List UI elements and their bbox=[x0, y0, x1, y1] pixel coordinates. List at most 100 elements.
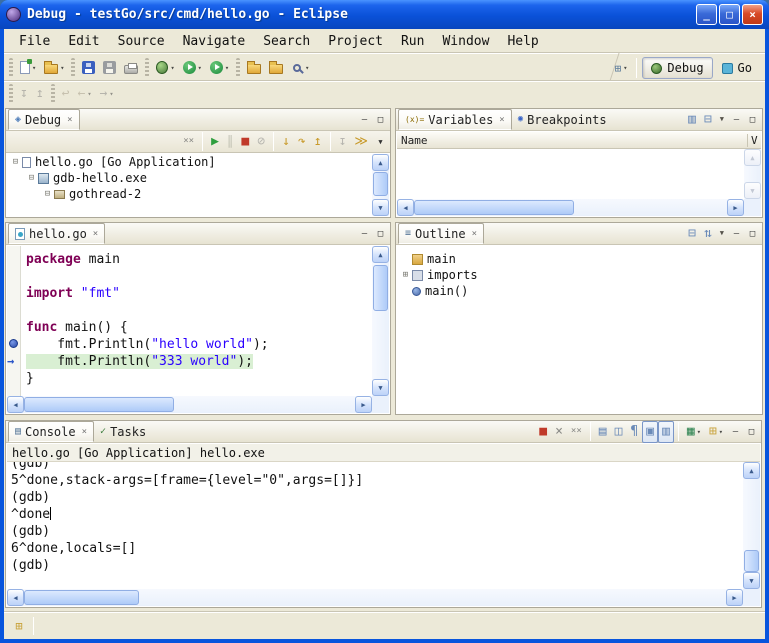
scroll-left-button[interactable]: ◀ bbox=[397, 199, 414, 216]
resume-button[interactable]: ▶ bbox=[207, 132, 223, 151]
tree-expander[interactable]: ⊟ bbox=[41, 189, 54, 199]
debug-scrollbar-vertical[interactable]: ▲ ▼ bbox=[372, 154, 389, 216]
minimize-window-button[interactable]: _ bbox=[696, 4, 717, 25]
maximize-window-button[interactable]: □ bbox=[719, 4, 740, 25]
menu-project[interactable]: Project bbox=[319, 32, 392, 51]
editor-scrollbar-vertical[interactable]: ▲ ▼ bbox=[372, 246, 389, 396]
editor-tab[interactable]: hello.go × bbox=[8, 223, 105, 244]
scrollbar-thumb[interactable] bbox=[414, 200, 574, 215]
terminate-console-button[interactable]: ■ bbox=[535, 421, 551, 443]
scroll-down-button[interactable]: ▼ bbox=[743, 572, 760, 589]
open-go-resource-button[interactable] bbox=[243, 57, 265, 79]
outline-view-menu-button[interactable]: ▼ bbox=[716, 223, 728, 245]
sort-outline-button[interactable]: ⇅ bbox=[700, 223, 716, 245]
outline-minimize-button[interactable]: – bbox=[729, 226, 744, 241]
breakpoint-icon[interactable] bbox=[9, 339, 18, 348]
debug-minimize-button[interactable]: – bbox=[357, 112, 372, 127]
save-button[interactable] bbox=[78, 57, 99, 79]
open-console-button[interactable]: ⊞▾ bbox=[705, 421, 727, 443]
tree-item[interactable]: main bbox=[397, 251, 761, 267]
console-tab-close-button[interactable]: × bbox=[82, 427, 87, 437]
code-line[interactable]: } bbox=[26, 370, 372, 387]
scroll-right-button[interactable]: ▶ bbox=[727, 199, 744, 216]
menu-navigate[interactable]: Navigate bbox=[174, 32, 255, 51]
scrollbar-thumb[interactable] bbox=[373, 265, 388, 311]
tree-item[interactable]: ⊟hello.go [Go Application] bbox=[7, 154, 372, 170]
code-line[interactable] bbox=[26, 302, 372, 319]
run-launch-button[interactable]: ▾ bbox=[179, 57, 206, 79]
debug-perspective-button[interactable]: Debug bbox=[642, 57, 712, 79]
open-resource-button[interactable] bbox=[265, 57, 287, 79]
remove-all-terminated-button[interactable]: ×× bbox=[179, 132, 198, 151]
close-window-button[interactable]: × bbox=[742, 4, 763, 25]
open-perspective-button[interactable]: ⊞ ▾ bbox=[611, 57, 632, 79]
console-scrollbar-vertical[interactable]: ▲ ▼ bbox=[743, 462, 760, 589]
breakpoints-view-tab[interactable]: ◉ Breakpoints bbox=[512, 109, 613, 130]
new-go-element-button[interactable]: ▾ bbox=[40, 57, 68, 79]
editor-tab-close-button[interactable]: × bbox=[93, 229, 98, 239]
tree-item[interactable]: main() bbox=[397, 283, 761, 299]
scrollbar-thumb[interactable] bbox=[373, 172, 388, 196]
tree-item[interactable]: ⊞imports bbox=[397, 267, 761, 283]
variables-content[interactable] bbox=[397, 149, 744, 199]
outline-maximize-button[interactable]: □ bbox=[745, 226, 760, 241]
word-wrap-button[interactable]: ¶ bbox=[626, 421, 642, 443]
variables-view-menu-button[interactable]: ▼ bbox=[716, 109, 728, 131]
variables-maximize-button[interactable]: □ bbox=[745, 112, 760, 127]
scroll-lock-button[interactable]: ◫ bbox=[611, 421, 627, 443]
editor-minimize-button[interactable]: – bbox=[357, 226, 372, 241]
tasks-view-tab[interactable]: ✓ Tasks bbox=[94, 421, 152, 442]
editor-maximize-button[interactable]: □ bbox=[373, 226, 388, 241]
scroll-left-button[interactable]: ◀ bbox=[7, 396, 24, 413]
show-type-names-button[interactable]: ▥ bbox=[684, 109, 700, 131]
tree-item[interactable]: ⊟gothread-2 bbox=[7, 186, 372, 202]
step-into-button[interactable]: ↓ bbox=[278, 132, 294, 151]
scroll-down-button[interactable]: ▼ bbox=[372, 379, 389, 396]
search-dropdown-arrow[interactable]: ▾ bbox=[305, 64, 309, 72]
console-view-tab[interactable]: ▤ Console × bbox=[8, 421, 94, 442]
terminate-button[interactable]: ■ bbox=[237, 132, 253, 151]
code-line[interactable]: package main bbox=[26, 251, 372, 268]
scrollbar-thumb[interactable] bbox=[744, 550, 759, 572]
scroll-right-button[interactable]: ▶ bbox=[726, 589, 743, 606]
menu-search[interactable]: Search bbox=[254, 32, 319, 51]
code-line[interactable]: func main() { bbox=[26, 319, 372, 336]
clear-console-button[interactable]: ▤ bbox=[595, 421, 611, 443]
external-tools-button[interactable]: ▾ bbox=[206, 57, 233, 79]
scrollbar-thumb[interactable] bbox=[24, 397, 174, 412]
console-text[interactable]: (gdb)5^done,stack-args=[frame={level="0"… bbox=[7, 462, 743, 589]
collapse-all-outline-button[interactable]: ⊟ bbox=[684, 223, 700, 245]
outline-tab-close-button[interactable]: × bbox=[472, 229, 477, 239]
new-go-element-dropdown-arrow[interactable]: ▾ bbox=[60, 64, 64, 72]
tree-expander[interactable]: ⊟ bbox=[9, 157, 22, 167]
remove-all-terminated-launches-button[interactable]: ×× bbox=[567, 421, 586, 443]
tree-expander[interactable]: ⊟ bbox=[25, 173, 38, 183]
new-wizard-button[interactable]: ▾ bbox=[16, 57, 40, 79]
column-header-name[interactable]: Name bbox=[401, 134, 428, 147]
code-area[interactable]: package mainimport "fmt"func main() { fm… bbox=[22, 246, 372, 396]
titlebar[interactable]: Debug - testGo/src/cmd/hello.go - Eclips… bbox=[0, 0, 769, 29]
variables-scrollbar-horizontal[interactable]: ◀ ▶ bbox=[397, 199, 744, 216]
scroll-up-button[interactable]: ▲ bbox=[743, 462, 760, 479]
forward-history-dropdown-arrow[interactable]: ▾ bbox=[109, 90, 113, 98]
debug-launch-dropdown-arrow[interactable]: ▾ bbox=[170, 64, 174, 72]
console-scrollbar-horizontal[interactable]: ◀ ▶ bbox=[7, 589, 743, 606]
scroll-down-button[interactable]: ▼ bbox=[372, 199, 389, 216]
variables-tab-close-button[interactable]: × bbox=[499, 115, 504, 125]
new-wizard-dropdown-arrow[interactable]: ▾ bbox=[32, 64, 36, 72]
open-console-dropdown-arrow[interactable]: ▾ bbox=[719, 428, 723, 436]
scroll-up-button[interactable]: ▲ bbox=[372, 154, 389, 171]
outline-view-tab[interactable]: ≡ Outline × bbox=[398, 223, 484, 244]
menu-help[interactable]: Help bbox=[498, 32, 547, 51]
column-header-value[interactable]: V bbox=[747, 134, 761, 147]
tree-expander[interactable]: ⊞ bbox=[399, 270, 412, 280]
debug-view-menu-button[interactable]: ▼ bbox=[373, 134, 388, 149]
code-line[interactable]: fmt.Println("hello world"); bbox=[26, 336, 372, 353]
code-line[interactable]: fmt.Println("333 world"); bbox=[26, 353, 372, 370]
remove-launch-button[interactable]: × bbox=[551, 421, 567, 443]
run-launch-dropdown-arrow[interactable]: ▾ bbox=[198, 64, 202, 72]
console-maximize-button[interactable]: □ bbox=[744, 424, 759, 439]
use-step-filters-button[interactable]: ≫ bbox=[350, 132, 372, 151]
debug-launch-button[interactable]: ▾ bbox=[152, 57, 178, 79]
menu-window[interactable]: Window bbox=[433, 32, 498, 51]
